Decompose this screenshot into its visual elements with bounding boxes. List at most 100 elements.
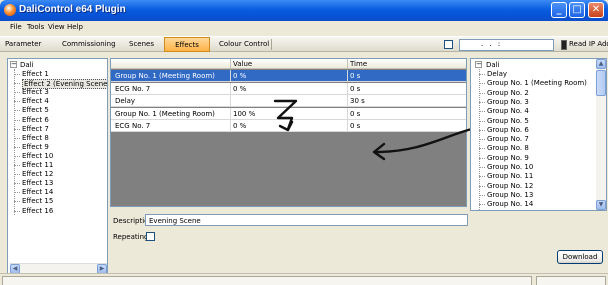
cell-time[interactable]: 0 s: [350, 110, 360, 118]
tree-line: [14, 210, 20, 212]
tree-item-effect[interactable]: Effect 15: [22, 197, 53, 205]
tree-item-device[interactable]: Group No. 14: [487, 200, 533, 208]
cell-value[interactable]: 0 %: [233, 122, 246, 130]
cell-name[interactable]: ECG No. 7: [115, 122, 150, 130]
table-row[interactable]: ECG No. 7 0 % 0 s: [111, 120, 466, 132]
tree-line: [14, 101, 20, 103]
vertical-scrollbar[interactable]: ▲ ▼: [596, 59, 606, 210]
cell-time[interactable]: 0 s: [350, 72, 360, 80]
tree-item-device[interactable]: Group No. 4: [487, 107, 529, 115]
tree-item-effect[interactable]: Effect 16: [22, 207, 53, 215]
tree-root-dali[interactable]: Dali: [20, 61, 34, 69]
menu-bar: File Tools View Help: [0, 21, 608, 34]
column-separator: [230, 82, 231, 95]
tree-item-effect[interactable]: Effect 14: [22, 188, 53, 196]
tree-item-device[interactable]: Group No. 7: [487, 135, 529, 143]
tree-line: [14, 155, 20, 157]
column-separator: [230, 70, 231, 82]
cell-value[interactable]: 0 %: [233, 72, 246, 80]
tab-parameter[interactable]: Parameter: [5, 40, 41, 48]
minimize-button[interactable]: _: [551, 2, 567, 18]
tree-item-effect[interactable]: Effect 13: [22, 179, 53, 187]
tree-item-device[interactable]: Delay: [487, 70, 507, 78]
scrollbar-thumb[interactable]: [596, 70, 606, 96]
tree-line: [14, 83, 20, 85]
tree-item-device[interactable]: Group No. 6: [487, 126, 529, 134]
effect-steps-grid: Value Time Group No. 1 (Meeting Room) 0 %…: [110, 58, 467, 207]
menu-tools[interactable]: Tools: [27, 23, 44, 31]
tree-item-effect[interactable]: Effect 7: [22, 125, 49, 133]
cell-name[interactable]: ECG No. 7: [115, 85, 150, 93]
tree-root-dali[interactable]: Dali: [486, 61, 500, 69]
cell-name[interactable]: Group No. 1 (Meeting Room): [115, 110, 215, 118]
status-field: [2, 276, 532, 285]
tree-line: [14, 128, 20, 130]
tree-line: [479, 176, 485, 178]
tree-line: [14, 110, 20, 112]
tab-scenes[interactable]: Scenes: [129, 40, 154, 48]
tree-item-device[interactable]: Group No. 3: [487, 98, 529, 106]
tree-line: [479, 120, 485, 122]
tree-item-effect[interactable]: Effect 8: [22, 134, 49, 142]
tree-item-device[interactable]: Group No. 12: [487, 182, 533, 190]
tree-item-effect[interactable]: Effect 9: [22, 143, 49, 151]
maximize-button[interactable]: □: [569, 2, 585, 18]
tree-item-device[interactable]: Group No. 5: [487, 117, 529, 125]
header-time[interactable]: Time: [350, 60, 367, 68]
grid-header: Value Time: [111, 59, 466, 69]
tab-commissioning[interactable]: Commissioning: [62, 40, 116, 48]
tree-item-device[interactable]: Group No. 10: [487, 163, 533, 171]
tree-item-device[interactable]: Group No. 1 (Meeting Room): [487, 79, 587, 87]
tree-item-device[interactable]: Group No. 11: [487, 172, 533, 180]
tree-item-effect[interactable]: Effect 12: [22, 170, 53, 178]
tree-line: [14, 146, 20, 148]
tree-item-device[interactable]: Group No. 13: [487, 191, 533, 199]
tree-item-device[interactable]: Group No. 9: [487, 154, 529, 162]
menu-view[interactable]: View: [48, 23, 65, 31]
table-row[interactable]: Group No. 1 (Meeting Room) 0 % 0 s: [111, 70, 466, 82]
ip-checkbox[interactable]: [444, 40, 453, 49]
read-ip-address-button[interactable]: Read IP Address: [569, 40, 608, 48]
cell-value[interactable]: 100 %: [233, 110, 255, 118]
tree-item-effect[interactable]: Effect 10: [22, 152, 53, 160]
tab-effects[interactable]: Effects: [164, 37, 210, 52]
window-title: DaliControl e64 Plugin: [19, 4, 126, 15]
ip-address-input[interactable]: . . :: [459, 39, 554, 51]
tab-colour-control[interactable]: Colour Control: [219, 40, 269, 48]
tree-line: [479, 185, 485, 187]
cell-name[interactable]: Group No. 1 (Meeting Room): [115, 72, 215, 80]
scroll-up-icon[interactable]: ▲: [596, 59, 606, 69]
tree-item-effect[interactable]: Effect 6: [22, 116, 49, 124]
cell-value[interactable]: 0 %: [233, 85, 246, 93]
cell-time[interactable]: 0 s: [350, 85, 360, 93]
collapse-icon[interactable]: −: [10, 61, 17, 68]
tree-item-effect[interactable]: Effect 1: [22, 70, 49, 78]
tree-item-effect[interactable]: Effect 3: [22, 88, 49, 96]
description-input[interactable]: Evening Scene: [145, 214, 468, 226]
horizontal-scrollbar[interactable]: ◀ ▶: [10, 263, 107, 273]
table-row[interactable]: ECG No. 7 0 % 0 s: [111, 82, 466, 95]
table-row[interactable]: Delay 30 s: [111, 95, 466, 107]
tree-line: [479, 111, 485, 113]
status-field: [536, 276, 606, 285]
scroll-down-icon[interactable]: ▼: [596, 200, 606, 210]
table-row[interactable]: Group No. 1 (Meeting Room) 100 % 0 s: [111, 107, 466, 120]
tree-line: [479, 204, 485, 206]
menu-help[interactable]: Help: [67, 23, 83, 31]
tree-item-effect[interactable]: Effect 11: [22, 161, 53, 169]
cell-time[interactable]: 0 s: [350, 122, 360, 130]
repeating-checkbox[interactable]: [146, 232, 155, 241]
close-button[interactable]: ✕: [588, 2, 604, 18]
header-separator: [347, 59, 348, 69]
cell-time[interactable]: 30 s: [350, 97, 365, 105]
menu-file[interactable]: File: [10, 23, 22, 31]
download-button[interactable]: Download: [557, 250, 603, 264]
collapse-icon[interactable]: −: [475, 61, 482, 68]
tree-item-device[interactable]: Group No. 8: [487, 144, 529, 152]
tree-item-effect[interactable]: Effect 4: [22, 97, 49, 105]
tree-item-device[interactable]: Group No. 2: [487, 89, 529, 97]
tree-line: [479, 167, 485, 168]
header-value[interactable]: Value: [233, 60, 252, 68]
cell-name[interactable]: Delay: [115, 97, 135, 105]
tree-item-effect[interactable]: Effect 5: [22, 106, 49, 114]
